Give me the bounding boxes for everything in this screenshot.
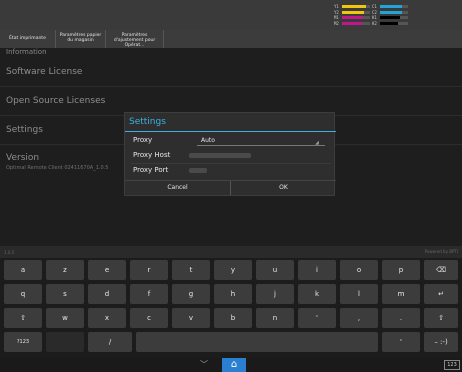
key[interactable]: t — [172, 260, 210, 280]
key[interactable]: k — [298, 284, 336, 304]
key[interactable]: x — [88, 308, 126, 328]
key[interactable]: z — [46, 260, 84, 280]
key[interactable]: b — [214, 308, 252, 328]
toner-gauges-right: C1 C2 K1 K2 — [372, 4, 408, 26]
divider — [131, 163, 331, 164]
toner-fill — [342, 16, 363, 20]
home-icon[interactable]: ⌂ — [222, 358, 246, 372]
toner-fill — [342, 5, 366, 9]
dialog-title: Settings — [129, 117, 166, 127]
key[interactable]: c — [130, 308, 168, 328]
toner-fill — [342, 10, 365, 14]
toner-bar — [342, 16, 370, 20]
key[interactable]: j — [256, 284, 294, 304]
toner-label: M1 — [334, 15, 339, 21]
key[interactable]: d — [88, 284, 126, 304]
proxy-select-underline — [197, 145, 325, 146]
tab-tray-paper-settings[interactable]: Paramètres papier du magasin — [56, 30, 106, 48]
toner-bar — [342, 21, 370, 25]
toner-label: C2 — [372, 9, 377, 15]
toner-label: C1 — [372, 4, 377, 10]
key[interactable]: w — [46, 308, 84, 328]
toner-bar — [342, 5, 370, 9]
proxy-label: Proxy — [133, 136, 153, 144]
dash-key[interactable]: – :-) — [424, 332, 458, 352]
toner-label: M2 — [334, 20, 339, 26]
toner-label: K2 — [372, 20, 377, 26]
key[interactable]: h — [214, 284, 252, 304]
chevron-down-icon[interactable]: ﹀ — [200, 358, 208, 372]
key[interactable]: l — [340, 284, 378, 304]
settings-dialog: Settings Proxy Auto ◢ Proxy Host Proxy P… — [124, 112, 336, 196]
toner-gauges-left: Y1 Y2 M1 M2 — [334, 4, 370, 26]
key[interactable]: v — [172, 308, 210, 328]
key[interactable]: u — [256, 260, 294, 280]
key[interactable]: g — [172, 284, 210, 304]
key[interactable]: e — [88, 260, 126, 280]
key[interactable]: r — [130, 260, 168, 280]
navigation-bar: ﹀ ⌂ 123 — [0, 358, 462, 372]
toner-fill — [380, 5, 403, 9]
footer-strip: 1.0.5 Powered by BPTI — [0, 246, 462, 258]
symbols-key[interactable]: ?123 — [4, 332, 42, 352]
slash-key[interactable]: / — [88, 332, 132, 352]
blank-key[interactable] — [46, 332, 84, 352]
footer-version: 1.0.5 — [4, 250, 15, 255]
powered-by: Powered by BPTI — [424, 249, 458, 254]
key[interactable]: p — [382, 260, 420, 280]
key[interactable]: s — [46, 284, 84, 304]
key[interactable]: n — [256, 308, 294, 328]
space-bar[interactable] — [136, 332, 378, 352]
status-bar: Y1 Y2 M1 M2 C1 C2 K1 K2 — [0, 0, 462, 30]
toner-bar — [380, 5, 408, 9]
toner-fill — [380, 10, 402, 14]
toner-fill — [380, 16, 401, 20]
key[interactable]: a — [4, 260, 42, 280]
toner-bar — [380, 21, 408, 25]
key[interactable]: y — [214, 260, 252, 280]
proxy-select[interactable]: Auto — [201, 137, 215, 144]
key[interactable]: i — [298, 260, 336, 280]
toner-label: K1 — [372, 15, 377, 21]
shift-key-right[interactable]: ⇧ — [424, 308, 458, 328]
key[interactable]: ' — [298, 308, 336, 328]
toner-bar — [342, 10, 370, 14]
on-screen-keyboard: a z e r t y u i o p ⌫ q s d f g h j k l … — [0, 258, 462, 358]
title-divider — [125, 131, 336, 132]
toner-fill — [342, 21, 362, 25]
proxy-host-input[interactable] — [189, 153, 251, 158]
toner-label: Y2 — [334, 9, 339, 15]
tab-adjustment-settings[interactable]: Paramètres d'ajustement pour Opérat... — [106, 30, 164, 48]
backspace-key[interactable]: ⌫ — [424, 260, 458, 280]
key[interactable]: m — [382, 284, 420, 304]
enter-key[interactable]: ↵ — [424, 284, 458, 304]
toner-bar — [380, 16, 408, 20]
shift-key-left[interactable]: ⇧ — [4, 308, 42, 328]
proxy-port-label: Proxy Port — [133, 166, 169, 174]
key[interactable]: , — [340, 308, 378, 328]
proxy-host-label: Proxy Host — [133, 151, 171, 159]
toner-label: Y1 — [334, 4, 339, 10]
apostrophe-key[interactable]: ' — [382, 332, 420, 352]
proxy-port-input[interactable] — [189, 168, 207, 173]
key[interactable]: q — [4, 284, 42, 304]
cancel-button[interactable]: Cancel — [125, 181, 230, 195]
key[interactable]: o — [340, 260, 378, 280]
key[interactable]: . — [382, 308, 420, 328]
tab-bar: État imprimante Paramètres papier du mag… — [0, 30, 462, 48]
key[interactable]: f — [130, 284, 168, 304]
toner-bar — [380, 10, 408, 14]
tab-printer-status[interactable]: État imprimante — [0, 30, 56, 48]
ok-button[interactable]: OK — [231, 181, 336, 195]
ime-indicator[interactable]: 123 — [444, 360, 460, 370]
toner-fill — [380, 21, 399, 25]
